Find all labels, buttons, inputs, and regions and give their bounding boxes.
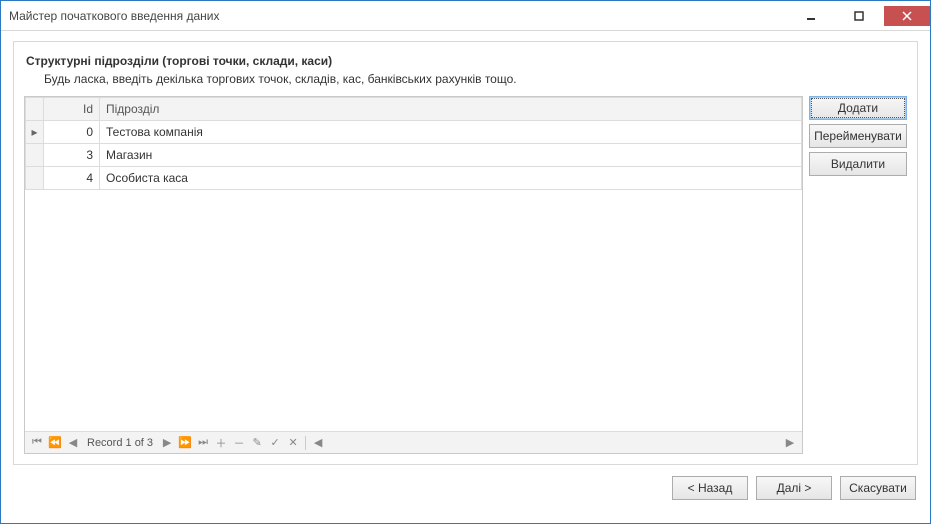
- grid-header-unit[interactable]: Підрозділ: [100, 98, 802, 121]
- next-button[interactable]: Далі >: [756, 476, 832, 500]
- wizard-window: Майстер початкового введення даних Струк…: [0, 0, 931, 524]
- nav-separator: [305, 436, 306, 450]
- titlebar: Майстер початкового введення даних: [1, 1, 930, 31]
- cell-id[interactable]: 4: [44, 167, 100, 190]
- table-row[interactable]: 3 Магазин: [26, 144, 802, 167]
- rename-button[interactable]: Перейменувати: [809, 124, 907, 148]
- page-heading: Структурні підрозділи (торгові точки, ск…: [26, 54, 907, 68]
- row-indicator: [26, 144, 44, 167]
- grid-header-row: Id Підрозділ: [26, 98, 802, 121]
- nav-position-text: Record 1 of 3: [83, 437, 157, 449]
- back-button[interactable]: < Назад: [672, 476, 748, 500]
- window-title: Майстер початкового введення даних: [9, 9, 786, 23]
- table-row[interactable]: 4 Особиста каса: [26, 167, 802, 190]
- close-icon: [902, 11, 912, 21]
- table-row[interactable]: ▸ 0 Тестова компанія: [26, 121, 802, 144]
- nav-next-icon[interactable]: ▶: [159, 435, 175, 451]
- delete-button[interactable]: Видалити: [809, 152, 907, 176]
- close-button[interactable]: [884, 6, 930, 26]
- grid-body[interactable]: Id Підрозділ ▸ 0 Тестова компанія: [25, 97, 802, 431]
- add-button[interactable]: Додати: [809, 96, 907, 120]
- nav-remove-icon[interactable]: －: [231, 435, 247, 451]
- grid-header-id[interactable]: Id: [44, 98, 100, 121]
- row-indicator: [26, 167, 44, 190]
- minimize-button[interactable]: [788, 6, 834, 26]
- nav-accept-icon[interactable]: ✓: [267, 435, 283, 451]
- nav-scroll-left-icon[interactable]: ◀: [310, 435, 326, 451]
- row-indicator: ▸: [26, 121, 44, 144]
- nav-cancel-icon[interactable]: ✕: [285, 435, 301, 451]
- cell-id[interactable]: 3: [44, 144, 100, 167]
- nav-scroll-right-icon[interactable]: ▶: [782, 435, 798, 451]
- minimize-icon: [806, 11, 816, 21]
- nav-add-icon[interactable]: ＋: [213, 435, 229, 451]
- footer: < Назад Далі > Скасувати: [13, 465, 918, 511]
- cell-unit[interactable]: Тестова компанія: [100, 121, 802, 144]
- client-area: Структурні підрозділи (торгові точки, ск…: [1, 31, 930, 523]
- cell-unit[interactable]: Особиста каса: [100, 167, 802, 190]
- cell-id[interactable]: 0: [44, 121, 100, 144]
- nav-prev-icon[interactable]: ◀: [65, 435, 81, 451]
- nav-prev-page-icon[interactable]: ⏪: [47, 435, 63, 451]
- cell-unit[interactable]: Магазин: [100, 144, 802, 167]
- nav-edit-icon[interactable]: ✎: [249, 435, 265, 451]
- grid-navigator: ⏮ ⏪ ◀ Record 1 of 3 ▶ ⏩ ⏭ ＋ － ✎ ✓ ✕ ◀: [25, 431, 802, 453]
- side-buttons: Додати Перейменувати Видалити: [809, 96, 907, 454]
- nav-last-icon[interactable]: ⏭: [195, 435, 211, 451]
- grid-header-selector[interactable]: [26, 98, 44, 121]
- content-box: Структурні підрозділи (торгові точки, ск…: [13, 41, 918, 465]
- grid[interactable]: Id Підрозділ ▸ 0 Тестова компанія: [24, 96, 803, 454]
- nav-first-icon[interactable]: ⏮: [29, 435, 45, 451]
- page-subtext: Будь ласка, введіть декілька торгових то…: [44, 72, 907, 86]
- nav-next-page-icon[interactable]: ⏩: [177, 435, 193, 451]
- cancel-button[interactable]: Скасувати: [840, 476, 916, 500]
- maximize-button[interactable]: [836, 6, 882, 26]
- grid-table: Id Підрозділ ▸ 0 Тестова компанія: [25, 97, 802, 190]
- main-row: Id Підрозділ ▸ 0 Тестова компанія: [24, 96, 907, 454]
- maximize-icon: [854, 11, 864, 21]
